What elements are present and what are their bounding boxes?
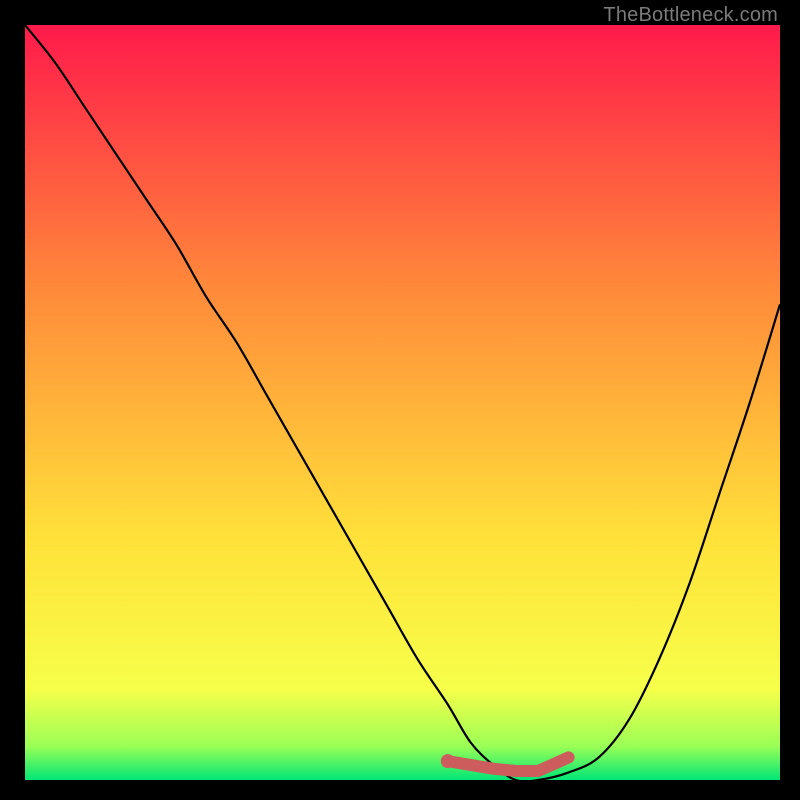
plot-svg xyxy=(25,25,780,780)
chart-frame xyxy=(25,25,780,780)
optimal-point-dot xyxy=(441,754,455,768)
gradient-background xyxy=(25,25,780,780)
watermark-text: TheBottleneck.com xyxy=(603,4,778,27)
